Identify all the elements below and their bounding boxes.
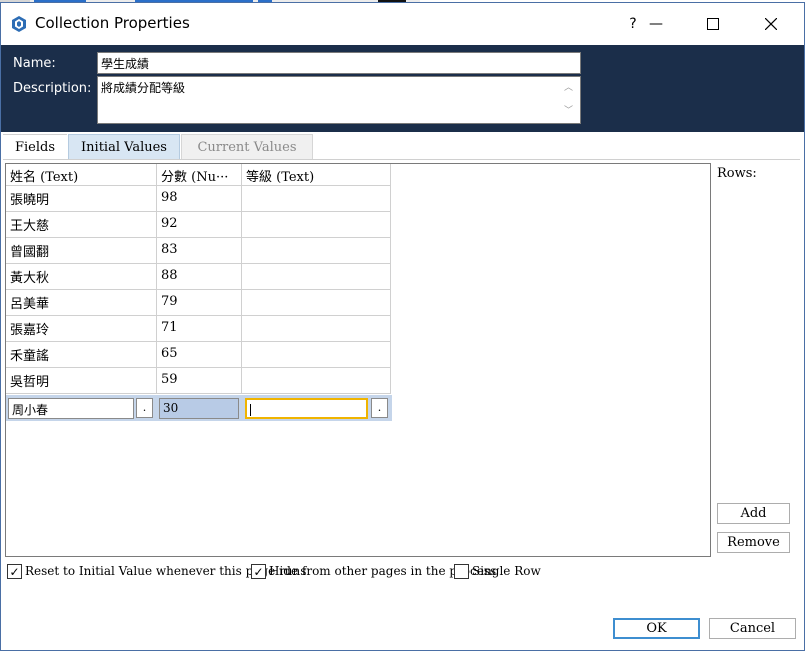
add-row-button[interactable]: Add: [717, 503, 790, 524]
description-scrollbar[interactable]: ︿ ﹀: [560, 77, 580, 123]
single-row-checkbox[interactable]: [454, 564, 469, 579]
cell-name[interactable]: 王大慈: [6, 212, 157, 238]
tab-divider: [3, 159, 800, 160]
cell-grade[interactable]: [242, 238, 391, 264]
cell-grade[interactable]: [242, 342, 391, 368]
minimize-button[interactable]: —: [632, 3, 680, 45]
remove-row-button[interactable]: Remove: [717, 532, 790, 553]
text-cursor: [250, 403, 251, 416]
cell-grade[interactable]: [242, 264, 391, 290]
close-button[interactable]: [742, 3, 800, 45]
minimize-icon: —: [649, 16, 663, 32]
cell-score[interactable]: 71: [157, 316, 242, 342]
description-field[interactable]: 將成績分配等級: [97, 76, 581, 124]
single-row-checkbox-label[interactable]: Single Row: [472, 564, 541, 578]
cell-name[interactable]: 張嘉玲: [6, 316, 157, 342]
tab-fields[interactable]: Fields: [3, 134, 67, 160]
column-header-score[interactable]: 分數 (Nu···: [157, 164, 242, 186]
window-title: Collection Properties: [35, 14, 190, 32]
maximize-button[interactable]: [684, 3, 742, 45]
cell-score[interactable]: 88: [157, 264, 242, 290]
rows-label: Rows:: [717, 166, 757, 181]
cell-name[interactable]: 黃大秋: [6, 264, 157, 290]
tab-current-values: Current Values: [181, 134, 313, 160]
tab-initial-values[interactable]: Initial Values: [68, 134, 180, 160]
cell-score[interactable]: 65: [157, 342, 242, 368]
cell-score[interactable]: 59: [157, 368, 242, 394]
cell-name[interactable]: 曾國翻: [6, 238, 157, 264]
name-field[interactable]: 學生成績: [97, 52, 581, 74]
collection-app-icon: [12, 16, 26, 32]
cell-name[interactable]: 吳哲明: [6, 368, 157, 394]
cell-score[interactable]: 83: [157, 238, 242, 264]
ok-button[interactable]: OK: [613, 618, 700, 639]
reset-checkbox[interactable]: ✓: [7, 564, 22, 579]
checkmark-icon: ✓: [253, 564, 264, 579]
cell-name[interactable]: 禾童謠: [6, 342, 157, 368]
cell-score[interactable]: 92: [157, 212, 242, 238]
checkmark-icon: ✓: [9, 564, 20, 579]
cell-score[interactable]: 98: [157, 186, 242, 212]
name-label: Name:: [13, 56, 56, 71]
edit-grade-field[interactable]: [245, 398, 368, 419]
grade-ellipsis-button[interactable]: .: [371, 398, 388, 418]
cell-grade[interactable]: [242, 212, 391, 238]
scroll-up-icon[interactable]: ︿: [564, 80, 573, 93]
cell-score[interactable]: 79: [157, 290, 242, 316]
column-header-name[interactable]: 姓名 (Text): [6, 164, 157, 186]
cell-grade[interactable]: [242, 290, 391, 316]
scroll-down-icon[interactable]: ﹀: [564, 103, 573, 116]
close-icon: [765, 18, 777, 30]
cell-grade[interactable]: [242, 186, 391, 212]
edit-score-field[interactable]: 30: [159, 398, 239, 419]
cell-grade[interactable]: [242, 316, 391, 342]
maximize-icon: [707, 18, 719, 30]
cancel-button[interactable]: Cancel: [709, 618, 796, 639]
cell-name[interactable]: 呂美華: [6, 290, 157, 316]
name-ellipsis-button[interactable]: .: [136, 398, 153, 418]
edit-name-field[interactable]: 周小春: [8, 398, 134, 419]
hide-checkbox[interactable]: ✓: [251, 564, 266, 579]
column-header-grade[interactable]: 等級 (Text): [242, 164, 391, 186]
cell-name[interactable]: 張曉明: [6, 186, 157, 212]
description-label: Description:: [13, 81, 92, 96]
cell-grade[interactable]: [242, 368, 391, 394]
